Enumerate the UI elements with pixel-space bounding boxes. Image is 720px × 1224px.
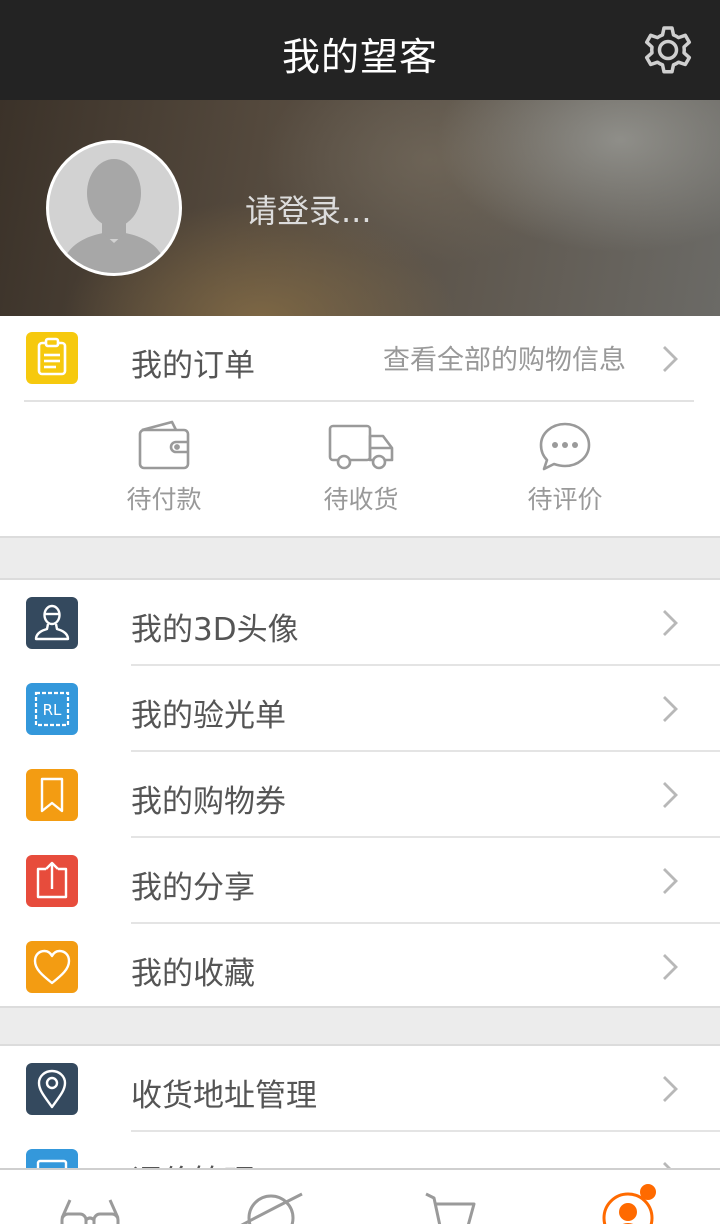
view-all-orders-link[interactable]: 查看全部的购物信息 xyxy=(383,338,626,377)
status-pending-payment[interactable]: 待付款 xyxy=(94,420,234,530)
glasses-icon xyxy=(60,1199,120,1224)
status-pending-review[interactable]: 待评价 xyxy=(495,420,635,530)
tab-discover[interactable] xyxy=(180,1170,360,1224)
chevron-right-icon xyxy=(663,610,678,636)
page-title: 我的望客 xyxy=(281,35,438,79)
gear-icon[interactable] xyxy=(640,22,696,78)
profile-menu-group: 我的3D头像 RL 我的验光单 我的购物券 我的分享 我的收藏 xyxy=(0,578,720,1008)
divider xyxy=(24,400,694,402)
comment-icon xyxy=(539,422,591,471)
menu-item-prescription[interactable]: RL 我的验光单 xyxy=(0,666,720,752)
menu-item-label: 我的收藏 xyxy=(131,956,255,992)
wallet-icon xyxy=(138,420,190,470)
menu-item-shares[interactable]: 我的分享 xyxy=(0,838,720,924)
cart-icon xyxy=(425,1192,476,1224)
my-orders-label: 我的订单 xyxy=(131,348,255,384)
menu-item-coupons[interactable]: 我的购物券 xyxy=(0,752,720,838)
chevron-right-icon xyxy=(663,954,678,980)
status-label: 待付款 xyxy=(126,485,202,514)
menu-item-label: 我的分享 xyxy=(131,870,255,906)
tab-me[interactable] xyxy=(540,1170,720,1224)
user-silhouette-icon xyxy=(61,159,167,273)
menu-item-label: 收货地址管理 xyxy=(131,1078,317,1114)
chevron-right-icon xyxy=(663,346,678,372)
orders-card: 我的订单 查看全部的购物信息 待付款 待收货 待评价 xyxy=(0,316,720,538)
truck-icon xyxy=(328,424,394,470)
menu-item-label: 我的购物券 xyxy=(131,784,286,820)
profile-icon xyxy=(602,1192,654,1224)
menu-item-label: 我的3D头像 xyxy=(131,612,299,648)
status-pending-receipt[interactable]: 待收货 xyxy=(291,420,431,530)
menu-item-address[interactable]: 收货地址管理 xyxy=(0,1046,720,1132)
menu-item-label: 我的验光单 xyxy=(131,698,286,734)
avatar-3d-icon xyxy=(26,597,78,649)
profile-banner: 请登录... xyxy=(0,100,720,316)
clipboard-icon xyxy=(26,332,78,384)
chevron-right-icon xyxy=(663,1076,678,1102)
heart-icon xyxy=(26,941,78,993)
location-pin-icon xyxy=(26,1063,78,1115)
chevron-right-icon xyxy=(663,696,678,722)
prescription-rl-icon: RL xyxy=(26,683,78,735)
status-label: 待收货 xyxy=(323,485,399,514)
chevron-right-icon xyxy=(663,782,678,808)
avatar[interactable] xyxy=(46,140,182,276)
bookmark-icon xyxy=(26,769,78,821)
share-icon xyxy=(26,855,78,907)
status-label: 待评价 xyxy=(527,485,603,514)
menu-item-favorites[interactable]: 我的收藏 xyxy=(0,924,720,1010)
notification-badge xyxy=(640,1184,656,1200)
bottom-tab-bar xyxy=(0,1168,720,1224)
login-prompt[interactable]: 请登录... xyxy=(245,186,372,232)
my-orders-row[interactable]: 我的订单 查看全部的购物信息 xyxy=(0,316,720,400)
top-bar: 我的望客 xyxy=(0,0,720,100)
svg-text:RL: RL xyxy=(43,701,62,719)
chevron-right-icon xyxy=(663,868,678,894)
tab-glasses[interactable] xyxy=(0,1170,180,1224)
planet-icon xyxy=(240,1192,303,1224)
menu-item-3d-avatar[interactable]: 我的3D头像 xyxy=(0,580,720,666)
tab-cart[interactable] xyxy=(360,1170,540,1224)
